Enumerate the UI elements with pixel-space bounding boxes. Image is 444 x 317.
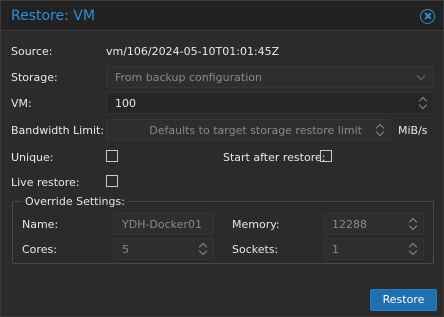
live-restore-label: Live restore: [11,176,80,189]
bandwidth-unit: MiB/s [398,124,428,137]
source-value: vm/106/2024-05-10T01:01:45Z [106,45,280,58]
chevron-down-icon [416,71,426,81]
close-icon[interactable] [420,9,435,24]
override-cores-label: Cores: [22,243,57,256]
override-memory-label: Memory: [232,218,280,231]
unique-checkbox[interactable] [106,150,118,162]
override-memory-value: 12288 [332,218,367,231]
storage-select-value: From backup configuration [115,71,262,84]
unique-label: Unique: [11,151,54,164]
spinner-arrows-icon[interactable] [199,243,207,255]
override-settings-legend: Override Settings: [21,195,129,208]
override-sockets-field[interactable]: 1 [323,238,424,260]
start-after-restore-checkbox[interactable] [320,150,332,162]
dialog-title: Restore: VM [11,8,95,24]
source-label: Source: [11,45,53,58]
vm-id-field[interactable]: 100 [106,92,434,114]
override-name-field[interactable]: YDH-Docker01 [113,213,214,235]
vm-id-value: 100 [115,97,136,110]
bandwidth-limit-field[interactable]: Defaults to target storage restore limit [106,119,391,141]
override-cores-field[interactable]: 5 [113,238,214,260]
storage-label: Storage: [11,71,58,84]
override-name-label: Name: [22,218,59,231]
override-name-value: YDH-Docker01 [122,218,202,231]
override-cores-value: 5 [122,243,129,256]
spinner-arrows-icon[interactable] [409,243,417,255]
spinner-arrows-icon[interactable] [419,97,427,109]
spinner-arrows-icon[interactable] [376,124,384,136]
override-sockets-value: 1 [332,243,339,256]
bandwidth-label: Bandwidth Limit: [11,124,105,137]
live-restore-checkbox[interactable] [106,175,118,187]
override-memory-field[interactable]: 12288 [323,213,424,235]
start-after-restore-label: Start after restore: [223,151,326,164]
storage-select[interactable]: From backup configuration [106,66,434,88]
bandwidth-placeholder: Defaults to target storage restore limit [149,124,362,137]
spinner-arrows-icon[interactable] [409,218,417,230]
vm-label: VM: [11,97,32,110]
title-bar: Restore: VM [1,1,443,31]
restore-dialog: Restore: VM Source: vm/106/2024-05-10T01… [0,0,444,317]
override-sockets-label: Sockets: [232,243,279,256]
restore-button[interactable]: Restore [370,289,437,311]
